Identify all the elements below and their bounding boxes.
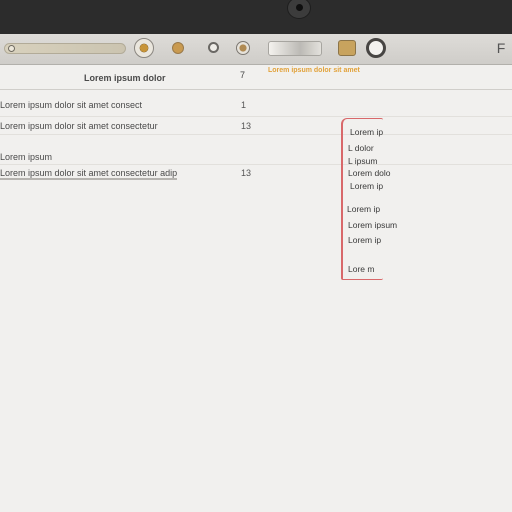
note-item: Lorem ip	[350, 127, 384, 137]
table-row[interactable]: Lorem ipsum	[0, 150, 512, 165]
column-header-name[interactable]: Lorem ipsum dolor	[84, 73, 166, 83]
format-icon[interactable]: F	[494, 39, 508, 57]
note-item: L ipsum	[348, 156, 378, 166]
note-item: Lorem dolo	[348, 168, 391, 178]
note-item: L dolor	[348, 143, 374, 153]
table-row[interactable]: Lorem ipsum dolor sit amet consectetur 1…	[0, 118, 512, 135]
row-text: Lorem ipsum dolor sit amet consectetur	[0, 121, 158, 131]
row-count: 13	[241, 121, 252, 131]
table-row[interactable]: Lorem ipsum dolor sit amet consect 1	[0, 96, 512, 117]
row-count: 1	[241, 100, 247, 110]
row-text: Lorem ipsum	[0, 152, 53, 162]
record-icon[interactable]	[134, 38, 154, 58]
pen-tool-icon[interactable]	[268, 41, 322, 56]
dot-icon[interactable]	[172, 42, 184, 54]
note-item: Lorem ip	[348, 235, 382, 245]
target-icon[interactable]	[236, 41, 250, 55]
row-text: Lorem ipsum dolor sit amet consect	[0, 100, 143, 110]
toolbar: F	[0, 34, 512, 65]
circle-icon[interactable]	[208, 42, 219, 53]
webcam	[287, 0, 311, 19]
progress-slider[interactable]	[4, 43, 126, 54]
stop-icon[interactable]	[366, 38, 386, 58]
folder-icon[interactable]	[338, 40, 356, 56]
screen-bezel	[0, 0, 512, 34]
note-item: Lorem ip	[350, 181, 384, 191]
table-row-selected[interactable]: Lorem ipsum dolor sit amet consectetur a…	[0, 166, 512, 182]
note-item: Lore m	[348, 264, 375, 274]
row-count: 13	[241, 168, 252, 178]
slider-icon[interactable]	[8, 45, 15, 52]
note-item: Lorem ipsum	[348, 220, 398, 230]
note-item: Lorem ip	[347, 204, 381, 214]
table-header: Lorem ipsum dolor 7	[0, 69, 512, 90]
column-header-count[interactable]: 7	[240, 70, 245, 80]
row-text: Lorem ipsum dolor sit amet consectetur a…	[0, 168, 178, 180]
webcam-lens	[296, 4, 303, 11]
